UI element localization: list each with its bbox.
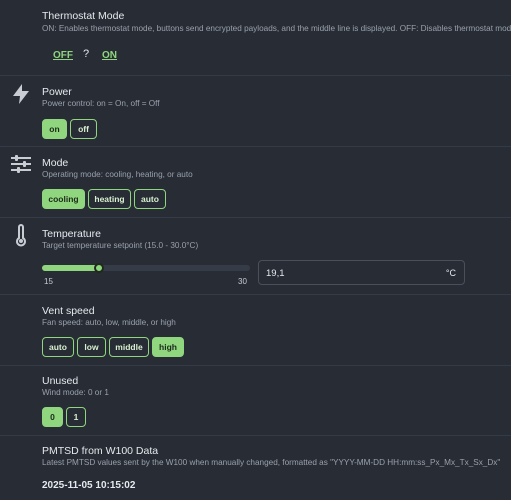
power-on-button[interactable]: on [42, 119, 67, 139]
thermometer-icon [9, 224, 33, 248]
pmtsd-timestamp: 2025-11-05 10:15:02 [42, 480, 136, 491]
temperature-slider-thumb[interactable] [93, 263, 104, 273]
thermostat-on-link[interactable]: ON [102, 50, 117, 61]
thermostat-mode-description: ON: Enables thermostat mode, buttons sen… [42, 24, 511, 33]
unused-1-button[interactable]: 1 [66, 407, 86, 427]
vent-auto-button[interactable]: auto [42, 337, 74, 357]
vent-low-button[interactable]: low [77, 337, 106, 357]
power-off-button[interactable]: off [70, 119, 97, 139]
temperature-min-label: 15 [44, 277, 53, 286]
thermostat-state-text: ? [83, 48, 90, 60]
mode-row: Mode Operating mode: cooling, heating, o… [0, 147, 511, 218]
temperature-unit: °C [445, 268, 456, 278]
vent-middle-button[interactable]: middle [109, 337, 149, 357]
unused-row: Unused Wind mode: 0 or 1 0 1 [0, 366, 511, 436]
vent-speed-row: Vent speed Fan speed: auto, low, middle,… [0, 295, 511, 366]
thermostat-mode-title: Thermostat Mode [42, 10, 125, 22]
mode-description: Operating mode: cooling, heating, or aut… [42, 170, 193, 179]
temperature-description: Target temperature setpoint (15.0 - 30.0… [42, 241, 199, 250]
temperature-input[interactable]: 19,1 °C [258, 260, 465, 285]
power-description: Power control: on = On, off = Off [42, 99, 160, 108]
mode-cooling-button[interactable]: cooling [42, 189, 85, 209]
pmtsd-title: PMTSD from W100 Data [42, 445, 159, 457]
unused-title: Unused [42, 375, 79, 387]
vent-high-button[interactable]: high [152, 337, 184, 357]
temperature-input-value: 19,1 [266, 268, 285, 279]
temperature-max-label: 30 [238, 277, 247, 286]
mode-title: Mode [42, 157, 69, 169]
sliders-icon [9, 152, 33, 176]
vent-speed-title: Vent speed [42, 305, 95, 317]
unused-description: Wind mode: 0 or 1 [42, 388, 109, 397]
thermostat-mode-row: Thermostat Mode ON: Enables thermostat m… [0, 0, 511, 76]
temperature-slider-fill [42, 265, 99, 271]
power-title: Power [42, 86, 72, 98]
temperature-slider[interactable] [42, 263, 250, 273]
thermostat-off-link[interactable]: OFF [53, 50, 73, 61]
unused-0-button[interactable]: 0 [42, 407, 63, 427]
mode-auto-button[interactable]: auto [134, 189, 166, 209]
vent-speed-description: Fan speed: auto, low, middle, or high [42, 318, 176, 327]
lightning-icon [9, 82, 33, 106]
temperature-title: Temperature [42, 228, 101, 240]
pmtsd-description: Latest PMTSD values sent by the W100 whe… [42, 458, 501, 467]
mode-heating-button[interactable]: heating [88, 189, 131, 209]
power-row: Power Power control: on = On, off = Off … [0, 76, 511, 147]
